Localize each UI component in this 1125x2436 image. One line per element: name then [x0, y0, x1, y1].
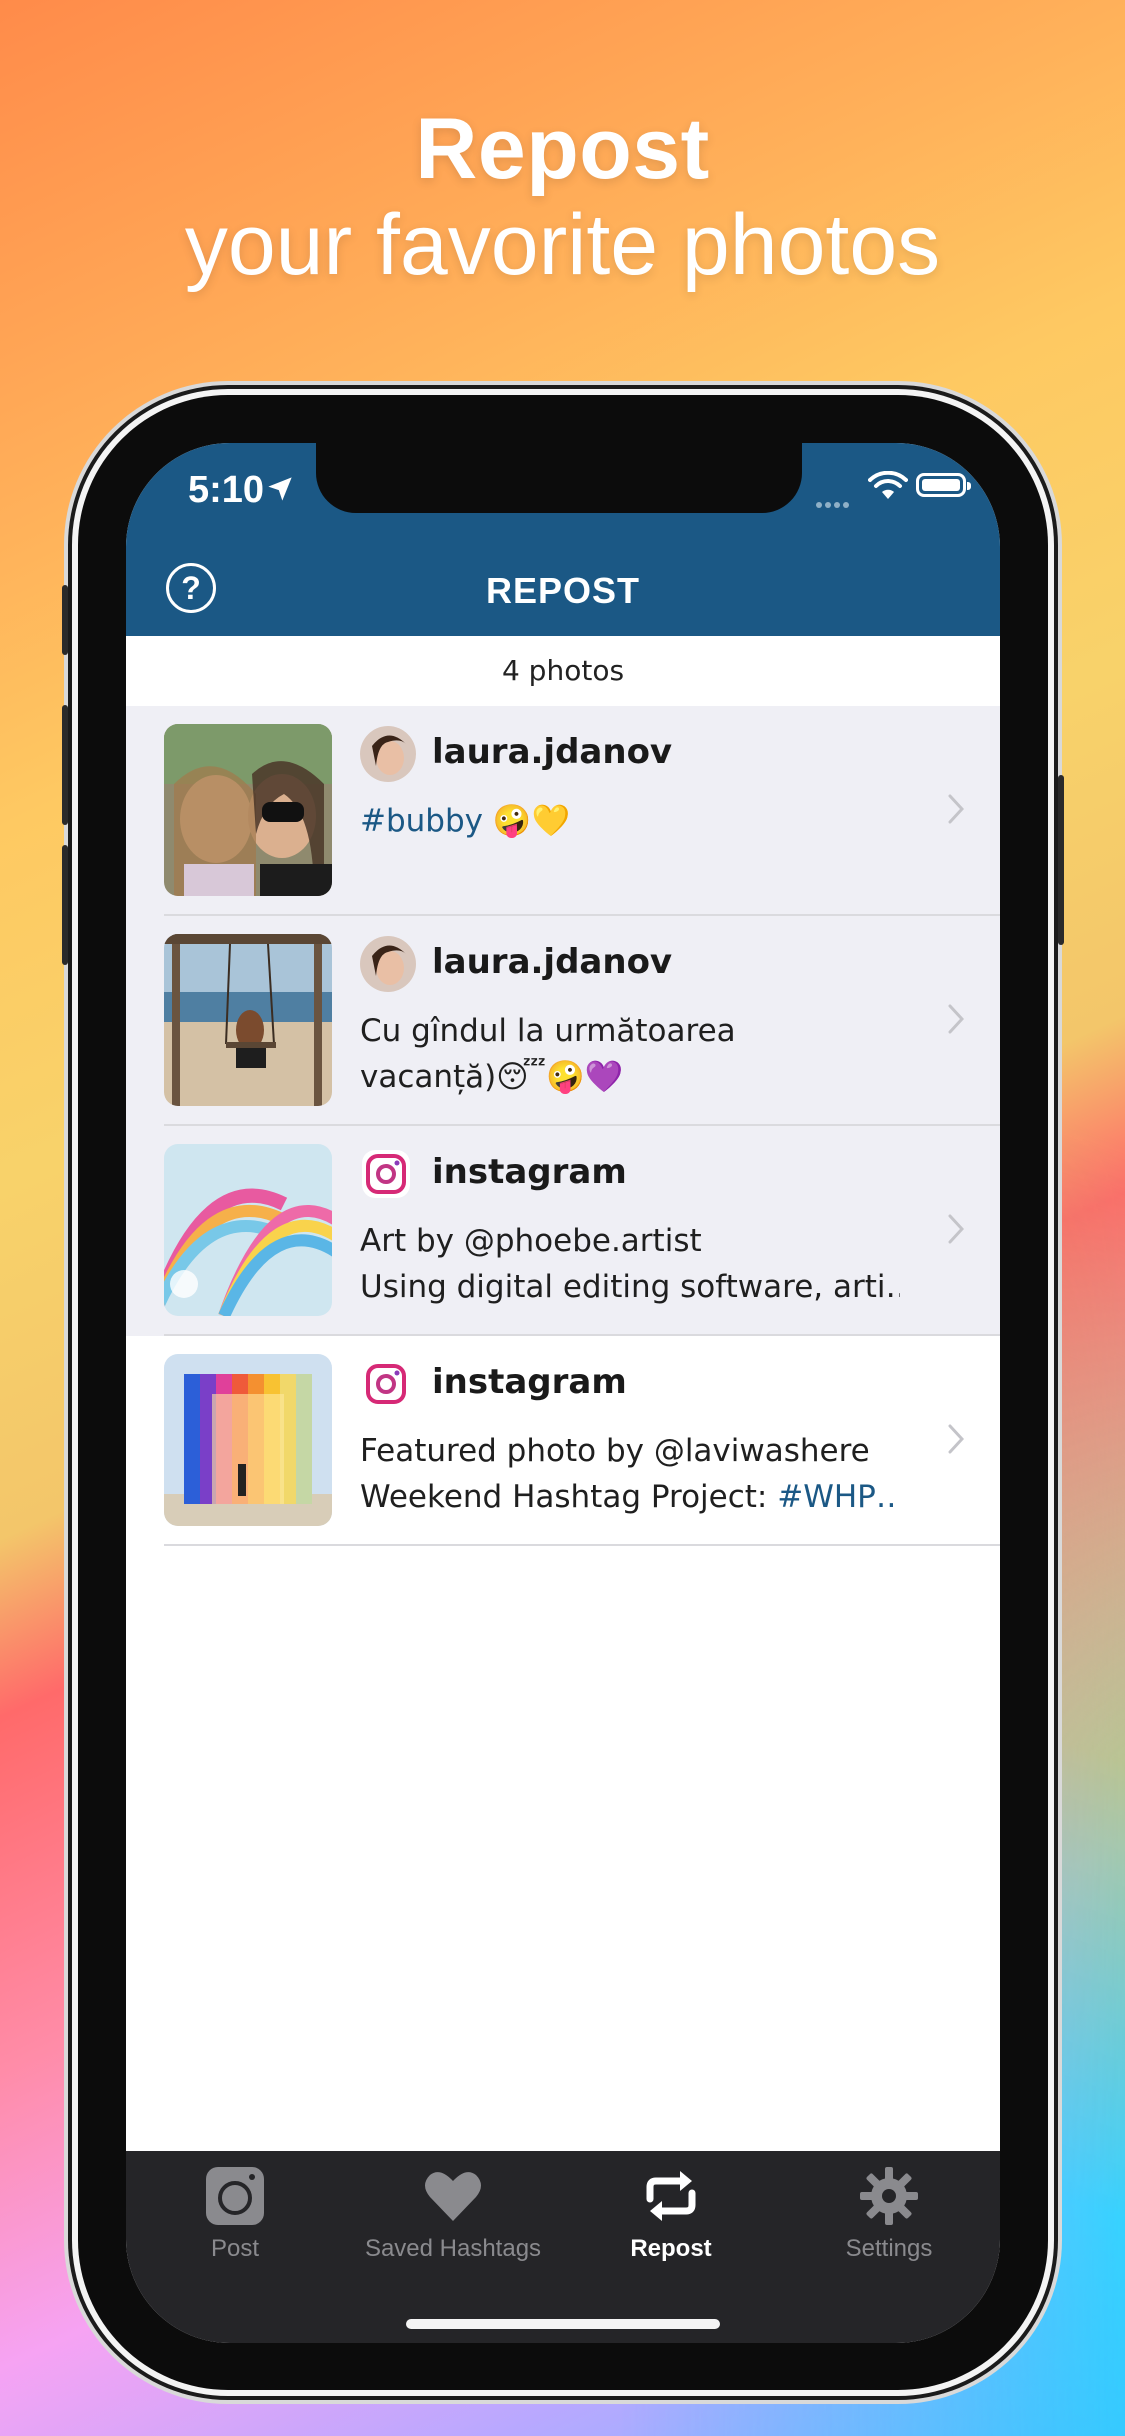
- tab-label: Saved Hashtags: [364, 2235, 542, 2262]
- instagram-logo-icon: [362, 1150, 410, 1198]
- chevron-right-icon: [948, 1214, 964, 1244]
- tab-label: Post: [210, 2235, 260, 2262]
- gear-icon: [860, 2167, 918, 2225]
- tab-repost[interactable]: Repost: [562, 2165, 780, 2263]
- tab-post[interactable]: Post: [126, 2165, 344, 2263]
- volume-down-button: [62, 845, 68, 965]
- list-item[interactable]: instagram Featured photo by @laviwashere…: [126, 1336, 1000, 1546]
- battery-icon: [916, 473, 971, 497]
- signal-dots-icon: [816, 493, 856, 508]
- post-thumbnail: [164, 1354, 332, 1526]
- caption-hashtag[interactable]: #WHP…: [777, 1479, 900, 1515]
- caption-line-2: Using digital editing software, arti…: [360, 1269, 900, 1305]
- page-title: REPOST: [485, 570, 641, 611]
- post-caption: Featured photo by @laviwashere Weekend H…: [360, 1428, 900, 1520]
- post-caption: #bubby 🤪💛: [360, 798, 900, 844]
- nav-bar: ? REPOST: [126, 548, 1000, 636]
- tab-bar: Post Saved Hashtags Repost Settings: [126, 2151, 1000, 2343]
- tab-saved-hashtags[interactable]: Saved Hashtags: [344, 2165, 562, 2263]
- post-thumbnail: [164, 724, 332, 896]
- post-thumbnail: [164, 934, 332, 1106]
- tab-label: Settings: [845, 2235, 933, 2262]
- heart-icon: [425, 2172, 481, 2221]
- list-item[interactable]: laura.jdanov Cu gîndul la următoarea vac…: [126, 916, 1000, 1126]
- home-indicator[interactable]: [406, 2319, 720, 2329]
- status-bar: 5:10: [126, 443, 1000, 548]
- chevron-right-icon: [948, 1424, 964, 1454]
- repost-list: laura.jdanov #bubby 🤪💛 laura.jdanov Cu g…: [126, 706, 1000, 1546]
- chevron-right-icon: [948, 794, 964, 824]
- post-username: instagram: [432, 1152, 627, 1192]
- phone-frame: 5:10 ? REPOST 4 photos laura.jdanov #bub…: [62, 395, 1064, 2390]
- caption-line-1: Cu gîndul la următoarea: [360, 1013, 736, 1049]
- avatar: [360, 726, 416, 782]
- instagram-logo-icon: [362, 1360, 410, 1408]
- status-time: 5:10: [188, 469, 265, 511]
- post-thumbnail: [164, 1144, 332, 1316]
- caption-emoji: 🤪💛: [483, 803, 571, 839]
- post-username: laura.jdanov: [432, 942, 673, 982]
- caption-text: Weekend Hashtag Project:: [360, 1479, 778, 1515]
- caption-line-2: vacanță)😴🤪💜: [360, 1059, 624, 1095]
- promo-subtitle: your favorite photos: [184, 197, 941, 293]
- post-caption: Cu gîndul la următoarea vacanță)😴🤪💜: [360, 1008, 900, 1100]
- chevron-right-icon: [948, 1004, 964, 1034]
- camera-icon: [206, 2167, 264, 2225]
- mute-switch: [62, 585, 68, 655]
- volume-up-button: [62, 705, 68, 825]
- promo-title: Repost: [415, 101, 710, 197]
- caption-line-1: Art by @phoebe.artist: [360, 1223, 702, 1259]
- post-username: laura.jdanov: [432, 732, 673, 772]
- repost-icon: [646, 2171, 696, 2221]
- location-arrow-icon: [268, 477, 292, 501]
- photo-count: 4 photos: [126, 636, 1000, 706]
- list-item[interactable]: instagram Art by @phoebe.artist Using di…: [126, 1126, 1000, 1336]
- caption-line-2: Weekend Hashtag Project: #WHP…: [360, 1474, 900, 1520]
- caption-hashtag[interactable]: #bubby: [360, 803, 483, 839]
- post-username: instagram: [432, 1362, 627, 1402]
- avatar: [360, 936, 416, 992]
- tab-label: Repost: [630, 2235, 712, 2262]
- tab-settings[interactable]: Settings: [780, 2165, 998, 2263]
- list-item[interactable]: laura.jdanov #bubby 🤪💛: [126, 706, 1000, 916]
- post-caption: Art by @phoebe.artist Using digital edit…: [360, 1218, 900, 1310]
- power-button: [1058, 775, 1064, 945]
- notch: [316, 443, 802, 513]
- phone-screen: 5:10 ? REPOST 4 photos laura.jdanov #bub…: [126, 443, 1000, 2343]
- wifi-icon: [868, 471, 908, 499]
- caption-line-1: Featured photo by @laviwashere: [360, 1433, 870, 1469]
